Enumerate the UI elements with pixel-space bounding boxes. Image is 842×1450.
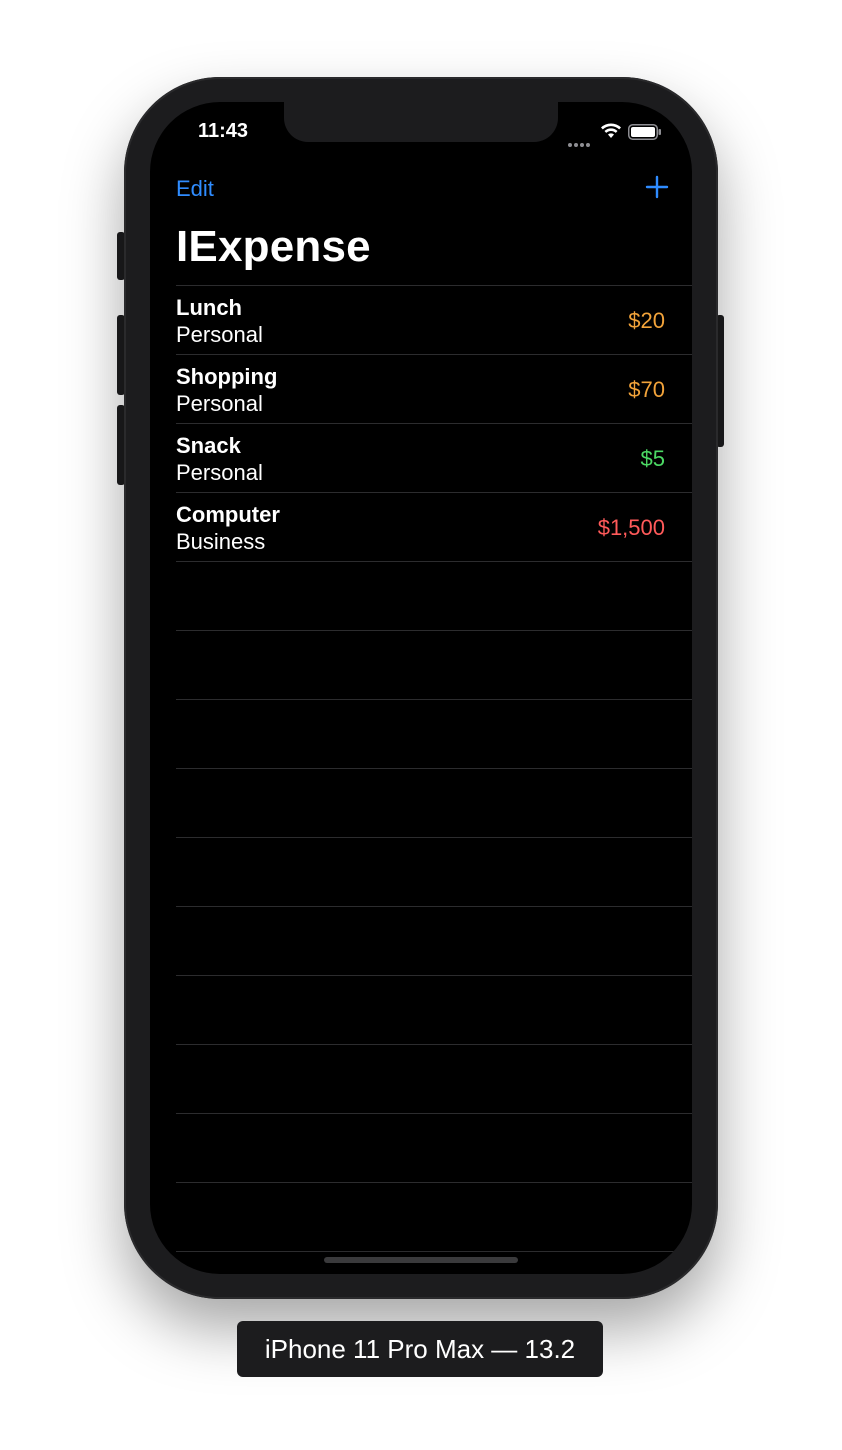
expense-amount: $20 bbox=[628, 308, 665, 333]
edit-button[interactable]: Edit bbox=[176, 176, 214, 202]
status-time: 11:43 bbox=[198, 120, 249, 142]
simulator-stage: 11:43 Edit IExpense Lunch Personal $20 S… bbox=[0, 0, 842, 1450]
expense-amount: $70 bbox=[628, 377, 665, 402]
expense-name: Snack bbox=[176, 433, 241, 458]
empty-row bbox=[150, 631, 692, 699]
list-separator bbox=[176, 1251, 692, 1252]
wifi-icon bbox=[601, 123, 621, 138]
status-icons bbox=[568, 122, 668, 147]
expense-name: Lunch bbox=[176, 295, 242, 320]
empty-row bbox=[150, 1045, 692, 1113]
notch bbox=[284, 102, 558, 142]
expense-name: Computer bbox=[176, 502, 280, 527]
expense-type: Business bbox=[176, 529, 266, 554]
battery-icon bbox=[628, 124, 661, 140]
empty-row bbox=[150, 907, 692, 975]
empty-row bbox=[150, 1114, 692, 1182]
empty-row bbox=[150, 838, 692, 906]
empty-row bbox=[150, 700, 692, 768]
plus-icon[interactable] bbox=[644, 174, 670, 200]
phone-screen: 11:43 Edit IExpense Lunch Personal $20 S… bbox=[150, 102, 692, 1274]
expense-amount: $5 bbox=[640, 446, 665, 471]
empty-row bbox=[150, 769, 692, 837]
expense-row[interactable]: Snack Personal $5 bbox=[150, 424, 692, 492]
device-label: iPhone 11 Pro Max — 13.2 bbox=[237, 1321, 603, 1377]
expense-row[interactable]: Shopping Personal $70 bbox=[150, 355, 692, 423]
page-title: IExpense bbox=[176, 222, 371, 271]
expense-amount: $1,500 bbox=[597, 515, 665, 540]
expense-row[interactable]: Lunch Personal $20 bbox=[150, 286, 692, 354]
empty-row bbox=[150, 1183, 692, 1251]
expense-type: Personal bbox=[176, 322, 263, 347]
expense-row[interactable]: Computer Business $1,500 bbox=[150, 493, 692, 561]
expense-list: Lunch Personal $20 Shopping Personal $70… bbox=[150, 285, 692, 1252]
empty-row bbox=[150, 976, 692, 1044]
expense-type: Personal bbox=[176, 391, 263, 416]
signal-icon bbox=[568, 134, 592, 152]
expense-name: Shopping bbox=[176, 364, 278, 389]
home-indicator[interactable] bbox=[324, 1257, 518, 1263]
empty-row bbox=[150, 562, 692, 630]
expense-type: Personal bbox=[176, 460, 263, 485]
